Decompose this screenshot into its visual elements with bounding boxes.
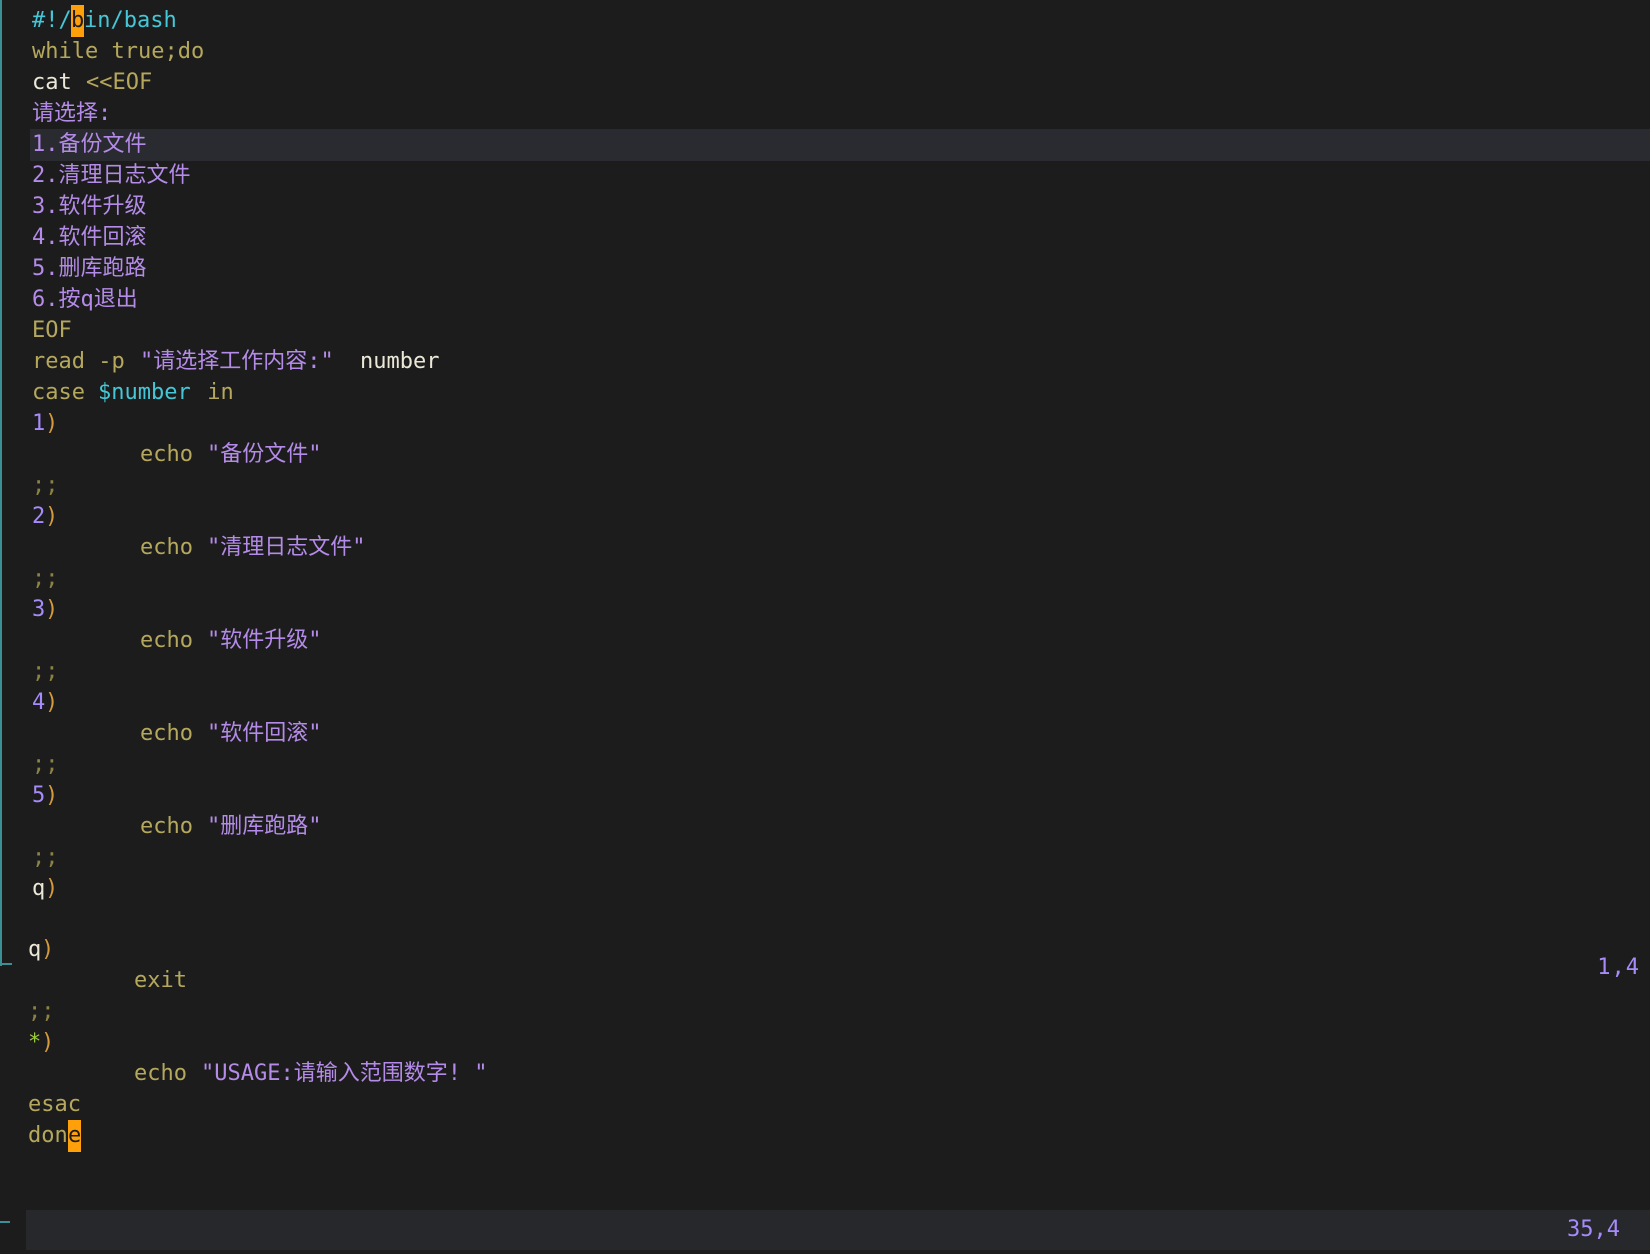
- code-line[interactable]: 6.按q退出: [0, 284, 1650, 316]
- string: "请选择工作内容:": [140, 349, 347, 374]
- code-line[interactable]: 2 ): [0, 501, 1650, 533]
- case-number: 2: [32, 504, 46, 529]
- heredoc-marker: <<EOF: [86, 70, 153, 95]
- code-line[interactable]: 请选择:: [0, 98, 1650, 130]
- status-left-mark: [0, 1221, 10, 1223]
- case-terminator: ;;: [32, 752, 59, 777]
- keyword: esac: [28, 1092, 81, 1117]
- code-line-current[interactable]: don e: [0, 1120, 1650, 1152]
- code-line[interactable]: 4.软件回滚: [0, 222, 1650, 254]
- keyword: while true;do: [32, 39, 205, 64]
- case-letter: q: [32, 876, 46, 901]
- keyword: echo: [134, 1061, 201, 1086]
- paren: ): [41, 1030, 55, 1055]
- status-bar: 35,4: [26, 1210, 1650, 1250]
- keyword: echo: [140, 721, 207, 746]
- code-line[interactable]: ;;: [0, 470, 1650, 502]
- paren: ): [45, 504, 59, 529]
- code-line[interactable]: EOF: [0, 315, 1650, 347]
- keyword: don: [28, 1123, 68, 1148]
- command: cat: [32, 70, 85, 95]
- keyword: exit: [134, 968, 187, 993]
- cursor-char: b: [71, 5, 85, 37]
- code-line[interactable]: echo "软件回滚": [0, 718, 1650, 750]
- code-line[interactable]: 1 ): [0, 408, 1650, 440]
- wildcard: *: [28, 1030, 42, 1055]
- keyword: echo: [140, 628, 207, 653]
- code-line[interactable]: #!/ b in/bash: [0, 5, 1650, 37]
- code-line[interactable]: ;;: [0, 842, 1650, 874]
- code-line[interactable]: echo "删库跑路": [0, 811, 1650, 843]
- shebang-rest: in/bash: [84, 8, 177, 33]
- code-line[interactable]: q ): [0, 873, 1650, 905]
- paren: ): [45, 690, 59, 715]
- code-line[interactable]: read -p "请选择工作内容:" number: [0, 346, 1650, 378]
- keyword: in: [194, 380, 234, 405]
- string: "删库跑路": [207, 814, 322, 839]
- string: "软件升级": [207, 628, 322, 653]
- case-number: 5: [32, 783, 46, 808]
- code-line[interactable]: echo "清理日志文件": [0, 532, 1650, 564]
- code-line[interactable]: while true;do: [0, 36, 1650, 68]
- heredoc-text: 请选择:: [32, 101, 112, 126]
- heredoc-text: 5.删库跑路: [32, 256, 147, 281]
- case-number: 3: [32, 597, 46, 622]
- variable-ref: $number: [98, 380, 191, 405]
- cursor-char: e: [68, 1120, 82, 1152]
- string: "清理日志文件": [207, 535, 366, 560]
- string: "USAGE:请输入范围数字! ": [201, 1061, 488, 1086]
- case-terminator: ;;: [32, 566, 59, 591]
- keyword: read -p: [32, 349, 138, 374]
- code-line[interactable]: q ): [0, 934, 1650, 966]
- code-line[interactable]: esac: [0, 1089, 1650, 1121]
- heredoc-text: 1.备份文件: [32, 132, 147, 157]
- code-line[interactable]: ;;: [0, 996, 1650, 1028]
- case-letter: q: [28, 937, 42, 962]
- string: "软件回滚": [207, 721, 322, 746]
- paren: ): [45, 783, 59, 808]
- case-number: 4: [32, 690, 46, 715]
- heredoc-text: 6.按q退出: [32, 287, 138, 312]
- editor-top-pane[interactable]: #!/ b in/bash while true;do cat <<EOF 请选…: [0, 0, 1650, 980]
- code-line[interactable]: 5.删库跑路: [0, 253, 1650, 285]
- code-line[interactable]: echo "软件升级": [0, 625, 1650, 657]
- code-line[interactable]: cat <<EOF: [0, 67, 1650, 99]
- heredoc-end: EOF: [32, 318, 72, 343]
- cursor-position-ruler: 35,4: [1567, 1217, 1620, 1242]
- case-number: 1: [32, 411, 46, 436]
- code-line[interactable]: ;;: [0, 656, 1650, 688]
- code-line[interactable]: 3.软件升级: [0, 191, 1650, 223]
- case-terminator: ;;: [32, 473, 59, 498]
- code-line[interactable]: 3 ): [0, 594, 1650, 626]
- heredoc-text: 2.清理日志文件: [32, 163, 191, 188]
- paren: ): [45, 876, 59, 901]
- paren: ): [45, 597, 59, 622]
- case-terminator: ;;: [32, 845, 59, 870]
- code-line[interactable]: echo "USAGE:请输入范围数字! ": [0, 1058, 1650, 1090]
- keyword: echo: [140, 814, 207, 839]
- paren: ): [45, 411, 59, 436]
- case-terminator: ;;: [32, 659, 59, 684]
- paren: ): [41, 937, 55, 962]
- keyword: case: [32, 380, 99, 405]
- cursorline-highlight: [30, 129, 1650, 161]
- code-line[interactable]: * ): [0, 1027, 1650, 1059]
- keyword: echo: [140, 442, 207, 467]
- keyword: echo: [140, 535, 207, 560]
- code-line[interactable]: ;;: [0, 749, 1650, 781]
- code-line-current[interactable]: 1.备份文件: [0, 129, 1650, 161]
- variable-name: number: [360, 349, 440, 374]
- code-line[interactable]: ;;: [0, 563, 1650, 595]
- case-terminator: ;;: [28, 999, 55, 1024]
- shebang-prefix: #!/: [32, 8, 72, 33]
- string: "备份文件": [207, 442, 322, 467]
- code-line[interactable]: 4 ): [0, 687, 1650, 719]
- code-line[interactable]: exit: [0, 965, 1650, 997]
- heredoc-text: 3.软件升级: [32, 194, 147, 219]
- heredoc-text: 4.软件回滚: [32, 225, 147, 250]
- code-line[interactable]: 5 ): [0, 780, 1650, 812]
- code-line[interactable]: echo "备份文件": [0, 439, 1650, 471]
- code-line[interactable]: case $number in: [0, 377, 1650, 409]
- code-line[interactable]: 2.清理日志文件: [0, 160, 1650, 192]
